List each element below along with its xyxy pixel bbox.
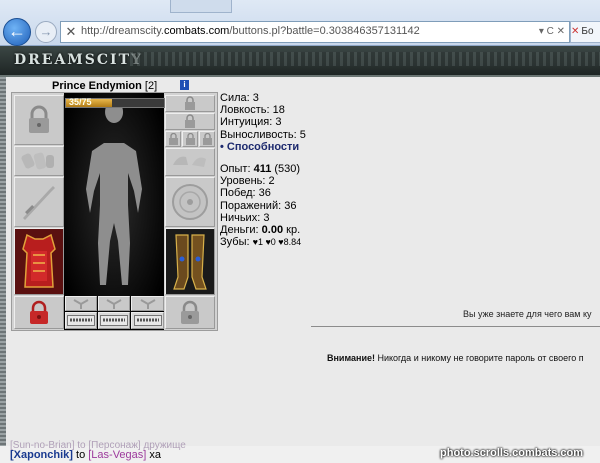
- hp-text: 35/75: [69, 97, 92, 107]
- tab-favicon-icon: ✕: [571, 26, 580, 37]
- experience-row: Опыт: 411 (530): [220, 163, 301, 176]
- dreamscity-plate-3-icon[interactable]: [131, 312, 164, 329]
- amulet-slot-lock-icon[interactable]: [165, 113, 215, 130]
- stat-strength: Сила: 3: [220, 92, 259, 104]
- character-name[interactable]: Prince Endymion [2]: [52, 80, 157, 92]
- abilities-link[interactable]: • Способности: [220, 141, 306, 153]
- chat-nick[interactable]: [Xaponchik]: [10, 449, 73, 461]
- weapon-slot-sword-icon[interactable]: [14, 177, 64, 227]
- legs-slot-lock-icon[interactable]: [165, 296, 215, 329]
- dreamscity-plate-1-icon[interactable]: [65, 312, 97, 329]
- teeth-row: Зубы: ♥1 ♥0 ♥8.84: [220, 236, 302, 249]
- dreamscity-logo: DREAMSCITY: [14, 52, 144, 68]
- info-message: Вы уже знаете для чего вам ку: [463, 309, 592, 319]
- watermark: photo.scrolls.combats.com: [440, 447, 584, 459]
- draws-row: Ничьих: 3: [220, 211, 270, 224]
- divider: [311, 326, 600, 327]
- chat-target[interactable]: [Las-Vegas]: [88, 449, 146, 461]
- ring-slot-2-lock-icon[interactable]: [182, 131, 198, 147]
- info-icon[interactable]: i: [180, 80, 189, 90]
- window-tab-strip: [170, 0, 232, 13]
- address-bar[interactable]: ✕ http://dreamscity.combats.com/buttons.…: [60, 21, 570, 43]
- chat-line: [Xaponchik] to [Las-Vegas] xa: [10, 449, 162, 461]
- level-row: Уровень: 2: [220, 175, 275, 188]
- browser-toolbar: ← → ✕ http://dreamscity.combats.com/butt…: [0, 0, 600, 46]
- game-banner: DREAMSCITY: [0, 46, 600, 77]
- inventory-panel: 35/75: [11, 92, 218, 331]
- address-controls[interactable]: ▾ C ✕: [539, 22, 565, 41]
- character-level: [2]: [144, 80, 158, 92]
- dreamscity-plate-2-icon[interactable]: [98, 312, 130, 329]
- pouch-slot-3-icon[interactable]: [131, 296, 164, 311]
- boots-slot-greaves-icon[interactable]: [165, 228, 215, 295]
- bracers-slot-icon[interactable]: [14, 146, 64, 176]
- shield-slot-icon[interactable]: [165, 177, 215, 227]
- stat-endurance: Выносливость: 5: [220, 128, 306, 141]
- ring-slot-1-lock-icon[interactable]: [165, 131, 181, 147]
- wins-row: Побед: 36: [220, 187, 271, 200]
- forward-button[interactable]: →: [35, 21, 57, 43]
- character-stats: Сила: 3 Ловкость: 18 Интуиция: 3 Выносли…: [220, 92, 306, 248]
- site-favicon-icon: ✕: [65, 24, 77, 39]
- ring-slot-3-lock-icon[interactable]: [199, 131, 215, 147]
- helmet-slot-lock-icon[interactable]: [14, 95, 64, 145]
- back-button[interactable]: ←: [3, 18, 31, 46]
- belt-slot-lock-icon[interactable]: [14, 296, 64, 329]
- pouch-slot-1-icon[interactable]: [65, 296, 97, 311]
- stat-agility: Ловкость: 18: [220, 104, 285, 117]
- password-warning: Внимание! Никогда и никому не говорите п…: [327, 353, 584, 363]
- hp-bar: 35/75: [65, 97, 165, 108]
- armor-slot-red-armor-icon[interactable]: [14, 228, 64, 295]
- gloves-slot-icon[interactable]: [165, 148, 215, 176]
- money-row: Деньги: 0.00 кр.: [220, 224, 301, 237]
- character-silhouette: [64, 93, 164, 330]
- earrings-slot-lock-icon[interactable]: [165, 95, 215, 112]
- left-frame-edge: [0, 77, 6, 446]
- stat-intuition: Интуиция: 3: [220, 116, 282, 129]
- banner-ornament: [130, 52, 600, 66]
- url-text: http://dreamscity.combats.com/buttons.pl…: [81, 25, 420, 37]
- browser-tab[interactable]: ✕ Бо: [570, 21, 600, 43]
- losses-row: Поражений: 36: [220, 199, 297, 212]
- pouch-slot-2-icon[interactable]: [98, 296, 130, 311]
